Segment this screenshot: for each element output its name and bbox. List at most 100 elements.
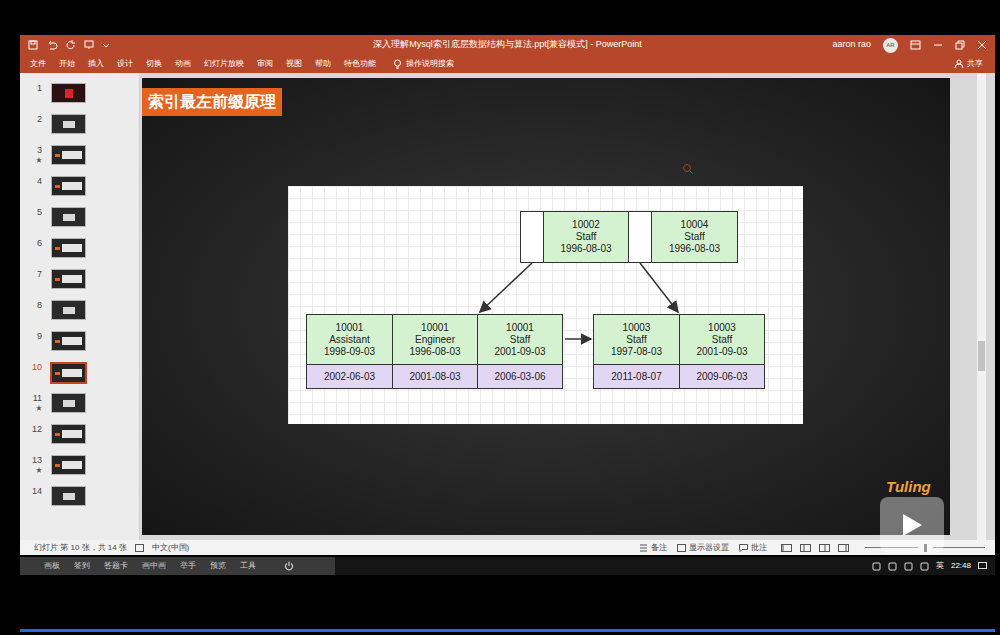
slide-number: 14 — [32, 486, 42, 497]
index-key: 10001Assistant1998-09-03 — [307, 315, 392, 365]
slide-list-item[interactable]: 13 — [20, 455, 139, 486]
user-name[interactable]: aaron rao — [832, 38, 871, 52]
slide-thumbnail[interactable] — [51, 114, 86, 134]
power-icon[interactable] — [284, 561, 294, 571]
pointer-cell — [629, 212, 652, 262]
save-icon[interactable] — [28, 40, 38, 50]
ribbon-tab[interactable]: 动画 — [175, 58, 191, 70]
comments-label[interactable]: 批注 — [751, 542, 767, 554]
slide-list-item[interactable]: 1 — [20, 83, 139, 114]
ribbon-tab[interactable]: 幻灯片放映 — [204, 58, 244, 70]
present-icon[interactable] — [84, 40, 94, 50]
view-mode-icon[interactable] — [838, 544, 849, 552]
toolbar-button[interactable]: 画板 — [44, 560, 60, 572]
share-label[interactable]: 共享 — [967, 58, 983, 70]
display-settings[interactable]: 显示器设置 — [677, 542, 729, 554]
video-progress-bar[interactable] — [20, 629, 995, 632]
ribbon-tab[interactable]: 插入 — [88, 58, 104, 70]
key-date: 1996-08-03 — [409, 346, 460, 358]
scrollbar-thumb[interactable] — [978, 341, 985, 371]
display-settings-label[interactable]: 显示器设置 — [689, 542, 729, 554]
language[interactable]: 中文(中国) — [152, 542, 189, 554]
slide-list-item[interactable]: 5 — [20, 207, 139, 238]
ribbon-tab[interactable]: 视图 — [286, 58, 302, 70]
view-mode-icon[interactable] — [781, 544, 792, 552]
restore-icon[interactable] — [955, 40, 965, 50]
customize-icon[interactable] — [102, 41, 110, 49]
slide-list-item[interactable]: 4 — [20, 176, 139, 207]
slide-list-item[interactable]: 11 — [20, 393, 139, 424]
ribbon-tab[interactable]: 设计 — [117, 58, 133, 70]
close-icon[interactable] — [977, 40, 987, 50]
play-button[interactable] — [880, 497, 944, 553]
slide-thumbnail[interactable] — [51, 331, 86, 351]
share-button[interactable]: 共享 — [954, 58, 983, 70]
notification-icon[interactable] — [978, 562, 987, 571]
slide-thumbnail[interactable] — [51, 300, 86, 320]
minimize-icon[interactable] — [933, 40, 943, 50]
slide-thumbnail[interactable] — [51, 145, 86, 165]
ribbon-tab[interactable]: 特色功能 — [344, 58, 376, 70]
search-label[interactable]: 操作说明搜索 — [406, 58, 454, 70]
toolbar-button[interactable]: 签到 — [74, 560, 90, 572]
clock[interactable]: 22:48 — [951, 560, 971, 572]
ribbon-tab[interactable]: 切换 — [146, 58, 162, 70]
scrollbar[interactable] — [977, 73, 986, 540]
tell-me-search[interactable]: 操作说明搜索 — [393, 58, 454, 70]
ribbon-tab[interactable]: 文件 — [30, 58, 46, 70]
input-method[interactable]: 英 — [936, 560, 944, 572]
slide-thumbnail[interactable] — [51, 207, 86, 227]
leaf-node: 10001Assistant1998-09-032002-06-0310001E… — [306, 314, 563, 389]
slide-thumbnail[interactable] — [50, 362, 87, 384]
slide-number: 7 — [37, 269, 42, 280]
notes-icon — [639, 544, 648, 552]
toolbar-button[interactable]: 工具 — [240, 560, 256, 572]
toolbar-button[interactable]: 预览 — [210, 560, 226, 572]
toolbar-button[interactable]: 答题卡 — [104, 560, 128, 572]
view-mode-icon[interactable] — [819, 544, 830, 552]
ribbon-tabs: 文件 开始 插入 设计 切换 动画 幻灯片放映 审阅 视图 帮助 特色功能 操作说明搜索 共享 — [20, 55, 995, 73]
notes[interactable]: 备注 — [639, 542, 667, 554]
slide-number: 10 — [32, 362, 42, 373]
slide-list-item[interactable]: 9 — [20, 331, 139, 362]
watermark-logo: Tuling — [886, 476, 931, 499]
toolbar-button[interactable]: 画中画 — [142, 560, 166, 572]
notes-label[interactable]: 备注 — [651, 542, 667, 554]
slide-thumbnail[interactable] — [51, 83, 86, 103]
slide-thumbnail[interactable] — [51, 238, 86, 258]
comments[interactable]: 批注 — [739, 542, 767, 554]
leaf-value: 2006-03-06 — [478, 365, 562, 388]
key-id: 10004 — [681, 219, 709, 231]
toolbar-button[interactable]: 举手 — [180, 560, 196, 572]
ribbon-tab[interactable]: 开始 — [59, 58, 75, 70]
slide-thumbnail[interactable] — [51, 269, 86, 289]
ribbon-display-icon[interactable] — [910, 40, 921, 50]
redo-icon[interactable] — [66, 40, 76, 50]
key-title: Staff — [712, 334, 732, 346]
slide-list-item[interactable]: 10 — [20, 362, 139, 393]
slide-thumbnail[interactable] — [51, 393, 86, 413]
slide-list-item[interactable]: 3 — [20, 145, 139, 176]
slide-number: 9 — [37, 331, 42, 342]
ribbon-tab[interactable]: 审阅 — [257, 58, 273, 70]
key-date: 2001-09-03 — [696, 346, 747, 358]
slide-list-item[interactable]: 8 — [20, 300, 139, 331]
slide-thumbnail[interactable] — [51, 455, 86, 475]
slide-list-item[interactable]: 7 — [20, 269, 139, 300]
ribbon-tab[interactable]: 帮助 — [315, 58, 331, 70]
slide-list-item[interactable]: 12 — [20, 424, 139, 455]
leaf-value: 2011-08-07 — [594, 365, 679, 388]
window-title: 深入理解Mysql索引底层数据结构与算法.ppt[兼容模式] - PowerPo… — [367, 38, 648, 52]
slide-thumbnail[interactable] — [51, 176, 86, 196]
slide-number: 13 — [32, 455, 42, 466]
slide-thumbnail[interactable] — [51, 424, 86, 444]
slide-list-item[interactable]: 2 — [20, 114, 139, 145]
root-node: 10002Staff1996-08-0310004Staff1996-08-03 — [520, 211, 738, 263]
view-mode-icon[interactable] — [800, 544, 811, 552]
undo-icon[interactable] — [46, 40, 58, 50]
slide-list-item[interactable]: 14 — [20, 486, 139, 517]
user-avatar[interactable]: AR — [883, 38, 898, 53]
pointer-cell — [521, 212, 544, 262]
slide-list-item[interactable]: 6 — [20, 238, 139, 269]
slide-thumbnail[interactable] — [51, 486, 86, 506]
